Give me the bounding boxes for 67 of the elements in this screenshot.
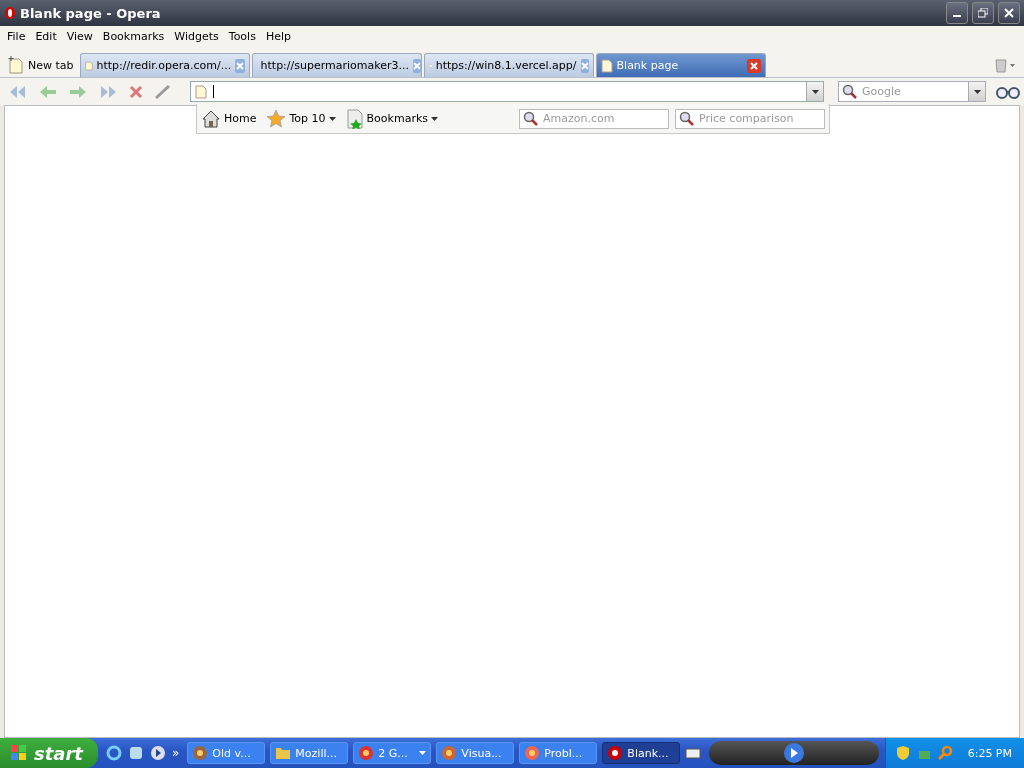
o-logo-icon bbox=[4, 6, 16, 20]
back-icon[interactable] bbox=[38, 83, 58, 100]
stop-icon[interactable] bbox=[128, 83, 144, 100]
bookmark-page-icon bbox=[345, 108, 364, 129]
forward-icon[interactable] bbox=[68, 83, 88, 100]
window-title: Blank page - Opera bbox=[20, 5, 162, 21]
star-icon bbox=[266, 108, 287, 129]
close-tab-button[interactable] bbox=[413, 58, 421, 73]
address-field[interactable] bbox=[190, 81, 824, 102]
menu-item[interactable]: Tools bbox=[223, 30, 261, 43]
dropdown-arrow-icon bbox=[973, 89, 981, 94]
speed-dial-link[interactable]: Bookmarks bbox=[345, 108, 442, 129]
close-tab-button[interactable] bbox=[235, 58, 245, 73]
dropdown-button[interactable] bbox=[806, 82, 823, 101]
taskbar-button[interactable]: Visua... bbox=[436, 742, 515, 764]
menu-item[interactable]: File bbox=[2, 30, 31, 43]
clock: 6:25 PM bbox=[967, 746, 1012, 760]
speed-dial-link[interactable]: Top 10 bbox=[266, 108, 340, 129]
close-button[interactable] bbox=[998, 2, 1020, 24]
taskbar-button[interactable]: Probl... bbox=[519, 742, 598, 764]
menu-item[interactable]: Help bbox=[260, 30, 296, 43]
magnifier-icon[interactable] bbox=[937, 745, 954, 761]
taskbar-button[interactable]: Old v... bbox=[187, 742, 266, 764]
search-icon bbox=[679, 110, 695, 127]
restore-button[interactable] bbox=[972, 2, 994, 24]
house-icon bbox=[201, 108, 221, 129]
keyboard-icon[interactable] bbox=[685, 747, 702, 759]
speed-dial-link[interactable]: Home bbox=[201, 108, 261, 129]
taskbar-button[interactable]: 2 G... bbox=[353, 742, 432, 764]
minimize-button[interactable] bbox=[946, 2, 968, 24]
dropdown-button[interactable] bbox=[968, 82, 985, 101]
search-icon bbox=[523, 110, 539, 127]
page-icon bbox=[600, 58, 613, 73]
media-icon[interactable] bbox=[150, 745, 166, 761]
menu-item[interactable]: Widgets bbox=[169, 30, 224, 43]
fast-forward-icon[interactable] bbox=[98, 83, 118, 100]
shield-icon[interactable] bbox=[895, 745, 910, 761]
media-player-bar[interactable] bbox=[709, 741, 880, 765]
tab[interactable]: http://redir.opera.com/... bbox=[79, 53, 250, 77]
tab[interactable]: Blank page bbox=[595, 53, 766, 77]
more-button[interactable]: » bbox=[172, 746, 180, 760]
new-page-icon bbox=[8, 56, 24, 74]
pen-icon[interactable] bbox=[154, 83, 172, 100]
play-icon[interactable] bbox=[783, 742, 806, 764]
page-icon bbox=[195, 84, 207, 99]
close-tab-button[interactable] bbox=[746, 58, 761, 73]
search-icon bbox=[842, 83, 858, 100]
rewind-icon[interactable] bbox=[8, 83, 28, 100]
windows-logo-icon bbox=[10, 744, 28, 762]
close-icon bbox=[1004, 8, 1014, 18]
trash-icon[interactable] bbox=[994, 57, 1016, 73]
taskbar-button[interactable]: Blank... bbox=[602, 742, 681, 764]
taskbar-button[interactable]: Mozill... bbox=[270, 742, 349, 764]
tab[interactable]: https://win8.1.vercel.app/ bbox=[423, 53, 594, 77]
new-tab-button[interactable]: New tab bbox=[4, 53, 78, 77]
menu-item[interactable]: Bookmarks bbox=[97, 30, 170, 43]
dropdown-arrow-icon bbox=[811, 89, 819, 94]
start-button[interactable]: start bbox=[0, 738, 98, 768]
menu-item[interactable]: View bbox=[61, 30, 98, 43]
glasses-icon[interactable] bbox=[996, 84, 1020, 99]
folder-icon bbox=[275, 746, 292, 760]
o-logo-icon bbox=[607, 745, 624, 761]
tab[interactable]: http://supermariomaker3... bbox=[251, 53, 422, 77]
restore-icon bbox=[978, 8, 988, 18]
close-tab-button[interactable] bbox=[580, 58, 589, 73]
menu-item[interactable]: Edit bbox=[30, 30, 62, 43]
page-icon bbox=[84, 58, 93, 73]
